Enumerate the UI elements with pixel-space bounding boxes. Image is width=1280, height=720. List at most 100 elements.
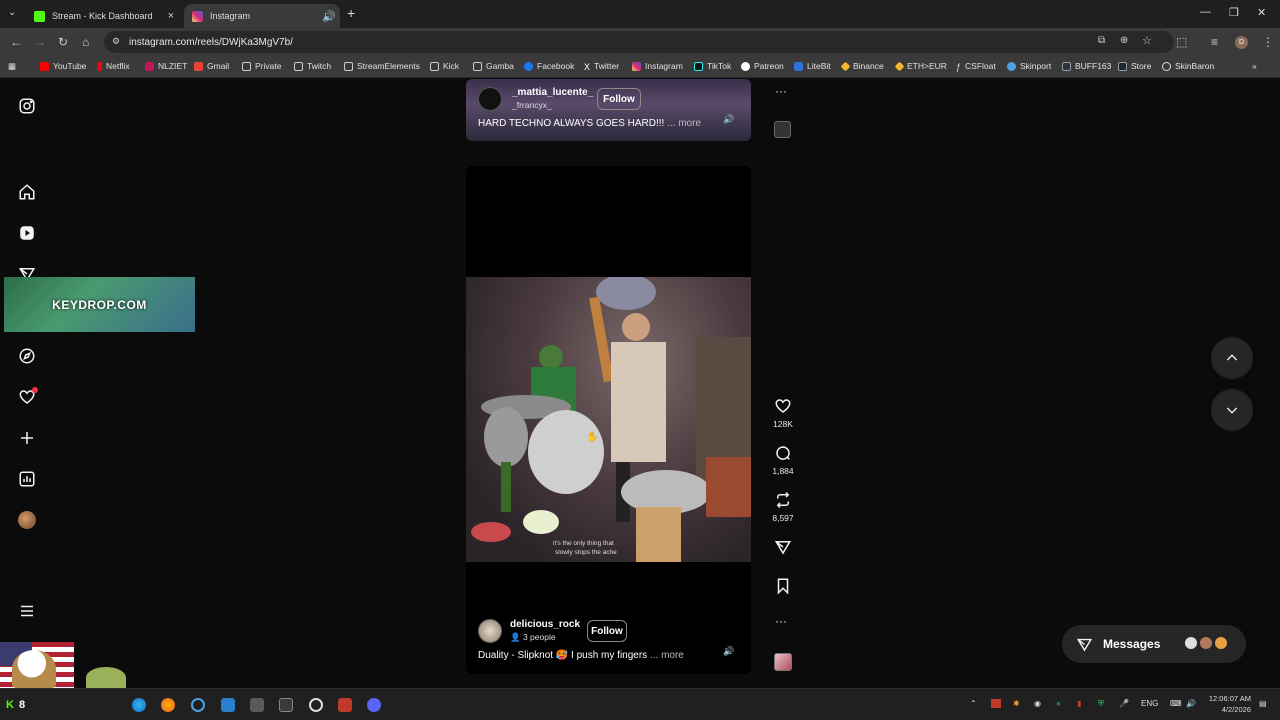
bookmark-skinbaron[interactable]: SkinBaron — [1162, 61, 1214, 71]
language-indicator[interactable]: ENG — [1141, 699, 1158, 708]
audio-thumbnail[interactable] — [774, 653, 792, 671]
bookmark-kick[interactable]: Kick — [430, 61, 459, 71]
more-bookmarks-icon[interactable]: » — [1252, 61, 1257, 71]
more-options-icon[interactable]: ··· — [775, 84, 787, 98]
bookmark-tiktok[interactable]: TikTok — [694, 61, 731, 71]
security-tray-icon[interactable]: ⛨ — [1098, 699, 1104, 709]
bookmark-csfloat[interactable]: ƒ CSFloat — [956, 61, 996, 72]
bookmark-twitch[interactable]: Twitch — [294, 61, 331, 71]
share-button[interactable] — [773, 538, 793, 556]
collab-count[interactable]: 3 people — [523, 632, 556, 642]
bookmark-streamelements[interactable]: StreamElements — [344, 61, 420, 71]
close-window-button[interactable]: ✕ — [1257, 6, 1266, 19]
reload-icon[interactable]: ↻ — [58, 35, 68, 49]
like-button[interactable]: 128K — [773, 397, 793, 429]
instagram-logo-icon[interactable] — [17, 96, 37, 116]
caption-more-link[interactable]: ... more — [650, 650, 684, 661]
bookmark-youtube[interactable]: YouTube — [40, 61, 86, 71]
network-icon[interactable]: ⌨ — [1170, 699, 1182, 708]
clock-date[interactable]: 4/2/2026 — [1203, 705, 1251, 714]
reel-video[interactable]: it's the only thing that slowly stops th… — [466, 277, 751, 562]
notifications-icon[interactable] — [17, 387, 38, 407]
previous-reel-button[interactable] — [1211, 337, 1253, 379]
mute-icon[interactable]: 🔊 — [723, 114, 734, 125]
reel-card-current[interactable]: it's the only thing that slowly stops th… — [466, 166, 751, 674]
bookmark-gmail[interactable]: Gmail — [194, 61, 229, 71]
save-button[interactable] — [773, 577, 793, 595]
site-info-icon[interactable]: ⚙ — [112, 36, 120, 47]
reels-icon[interactable] — [17, 223, 37, 243]
bookmark-buff163[interactable]: BUFF163 — [1062, 61, 1111, 71]
extensions-icon[interactable]: ⬚ — [1176, 35, 1187, 49]
follow-button[interactable]: Follow — [587, 620, 627, 642]
volume-icon[interactable]: 🔊 — [1186, 699, 1196, 708]
close-tab-icon[interactable]: × — [168, 10, 174, 22]
reel-username[interactable]: delicious_rock — [510, 619, 580, 630]
calculator-icon[interactable] — [250, 698, 264, 712]
zoom-icon[interactable]: ⊕ — [1120, 35, 1128, 46]
microphone-icon[interactable]: 🎤 — [1119, 699, 1129, 708]
repost-button[interactable]: 8,597 — [772, 491, 794, 523]
bookmark-binance[interactable]: Binance — [840, 61, 884, 71]
profile-avatar[interactable]: D — [1235, 36, 1248, 49]
messages-button[interactable]: Messages — [1062, 625, 1246, 663]
bookmark-litebit[interactable]: LiteBit — [794, 61, 831, 71]
bookmark-twitter[interactable]: X Twitter — [584, 61, 619, 72]
bookmark-patreon[interactable]: Patreon — [741, 61, 784, 71]
notepad-icon[interactable] — [221, 698, 235, 712]
more-options-icon[interactable]: ··· — [775, 614, 787, 628]
user-avatar[interactable] — [478, 87, 502, 111]
bookmark-facebook[interactable]: Facebook — [524, 61, 574, 71]
home-icon[interactable]: ⌂ — [82, 35, 89, 49]
follow-button[interactable]: Follow — [597, 88, 641, 110]
next-reel-button[interactable] — [1211, 389, 1253, 431]
bookmark-instagram[interactable]: Instagram — [632, 61, 683, 71]
bookmark-netflix[interactable]: Netflix — [97, 61, 130, 71]
firefox-icon[interactable] — [161, 698, 175, 712]
cast-icon[interactable]: ⧉ — [1098, 35, 1105, 46]
tab-audio-icon[interactable]: 🔊 — [322, 10, 336, 23]
user-avatar[interactable] — [478, 619, 502, 643]
clock-time[interactable]: 12:06:07 AM — [1203, 694, 1251, 703]
minimize-button[interactable]: — — [1200, 6, 1211, 18]
reel-card-previous[interactable]: _mattia_lucente_ _frrancyx_ Follow HARD … — [466, 79, 751, 141]
maximize-button[interactable]: ❐ — [1229, 6, 1239, 19]
bookmark-gamba[interactable]: Gamba — [473, 61, 514, 71]
bookmark-nlziet[interactable]: NLZIET — [145, 61, 187, 71]
menu-dots-icon[interactable]: ⋮ — [1262, 35, 1274, 49]
tray-overflow-icon[interactable]: ⌃ — [970, 699, 977, 708]
address-bar[interactable]: ⚙ instagram.com/reels/DWjKa3MgV7b/ ⧉ ⊕ ☆ — [104, 31, 1174, 53]
caption-more-link[interactable]: ... more — [667, 118, 701, 129]
edge-icon[interactable] — [132, 698, 146, 712]
create-icon[interactable] — [17, 428, 37, 448]
bookmark-star-icon[interactable]: ☆ — [1142, 34, 1152, 47]
steam-tray-icon[interactable]: ◉ — [1034, 699, 1041, 708]
audio-thumbnail[interactable] — [774, 121, 791, 138]
tray-app-icon[interactable] — [991, 699, 1001, 708]
discord-icon[interactable] — [367, 698, 381, 712]
media-icon[interactable]: ≡ — [1211, 35, 1218, 49]
home-icon[interactable] — [17, 182, 37, 202]
mute-icon[interactable]: 🔊 — [723, 646, 734, 657]
bookmark-skinport[interactable]: Skinport — [1007, 61, 1051, 71]
obs-app-icon[interactable] — [279, 698, 293, 712]
tray-app-icon[interactable]: ▮ — [1077, 699, 1081, 708]
new-tab-button[interactable]: + — [347, 5, 355, 21]
reel-audio-credit[interactable]: _frrancyx_ — [512, 100, 552, 110]
app-g-icon[interactable] — [309, 698, 323, 712]
notifications-tray-icon[interactable]: ▤ — [1259, 699, 1267, 708]
forward-icon[interactable]: → — [34, 35, 46, 49]
apps-grid-icon[interactable]: ▦ — [8, 61, 16, 72]
tab-search-icon[interactable]: ⌄ — [8, 7, 16, 18]
tray-app-icon[interactable]: ✱ — [1013, 699, 1020, 708]
more-menu-icon[interactable] — [17, 601, 37, 621]
reel-username[interactable]: _mattia_lucente_ — [512, 87, 593, 98]
voicemeeter-icon[interactable] — [338, 698, 352, 712]
tab-instagram[interactable]: Instagram 🔊 — [184, 4, 340, 28]
tab-kick-dashboard[interactable]: Stream - Kick Dashboard × — [26, 4, 182, 28]
back-icon[interactable]: ← — [10, 35, 22, 49]
dashboard-icon[interactable] — [17, 469, 37, 489]
profile-avatar[interactable] — [17, 510, 37, 530]
bookmark-eth-eur[interactable]: ETH>EUR — [894, 61, 947, 71]
explore-icon[interactable] — [17, 346, 37, 366]
